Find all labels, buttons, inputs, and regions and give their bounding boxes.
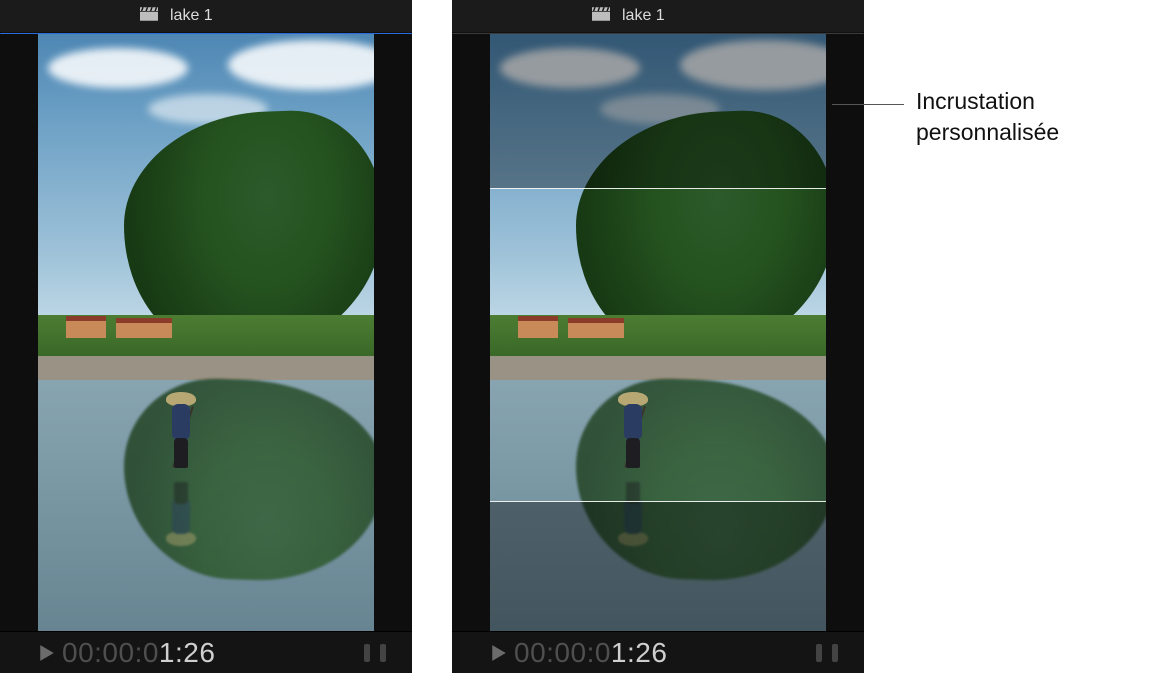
viewer-titlebar: lake 1 xyxy=(0,0,412,32)
play-icon[interactable] xyxy=(38,644,56,662)
clip-title: lake 1 xyxy=(170,7,213,25)
callout-leader-line xyxy=(832,104,904,105)
callout-label: Incrustation personnalisée xyxy=(916,86,1166,148)
viewer-titlebar: lake 1 xyxy=(452,0,864,32)
timecode-dim: 00:00:0 xyxy=(514,637,611,669)
video-canvas[interactable] xyxy=(0,33,412,631)
video-frame xyxy=(38,34,374,631)
audio-meter-icon[interactable] xyxy=(812,642,842,664)
audio-meter-icon[interactable] xyxy=(360,642,390,664)
clapper-icon xyxy=(592,7,610,26)
timecode-bright: 1:26 xyxy=(611,637,668,669)
transport-bar: 00:00:01:26 xyxy=(452,631,864,673)
clip-title: lake 1 xyxy=(622,7,665,25)
play-icon[interactable] xyxy=(490,644,508,662)
clapper-icon xyxy=(140,7,158,26)
transport-bar: 00:00:01:26 xyxy=(0,631,412,673)
timecode-bright: 1:26 xyxy=(159,637,216,669)
video-frame xyxy=(490,34,826,631)
timecode-dim: 00:00:0 xyxy=(62,637,159,669)
viewer-left: lake 1 00:00:01:26 xyxy=(0,0,412,673)
viewer-right: lake 1 00:00:01:2 xyxy=(452,0,864,673)
comparison-stage: lake 1 00:00:01:26 xyxy=(0,0,1176,673)
video-canvas[interactable] xyxy=(452,33,864,631)
